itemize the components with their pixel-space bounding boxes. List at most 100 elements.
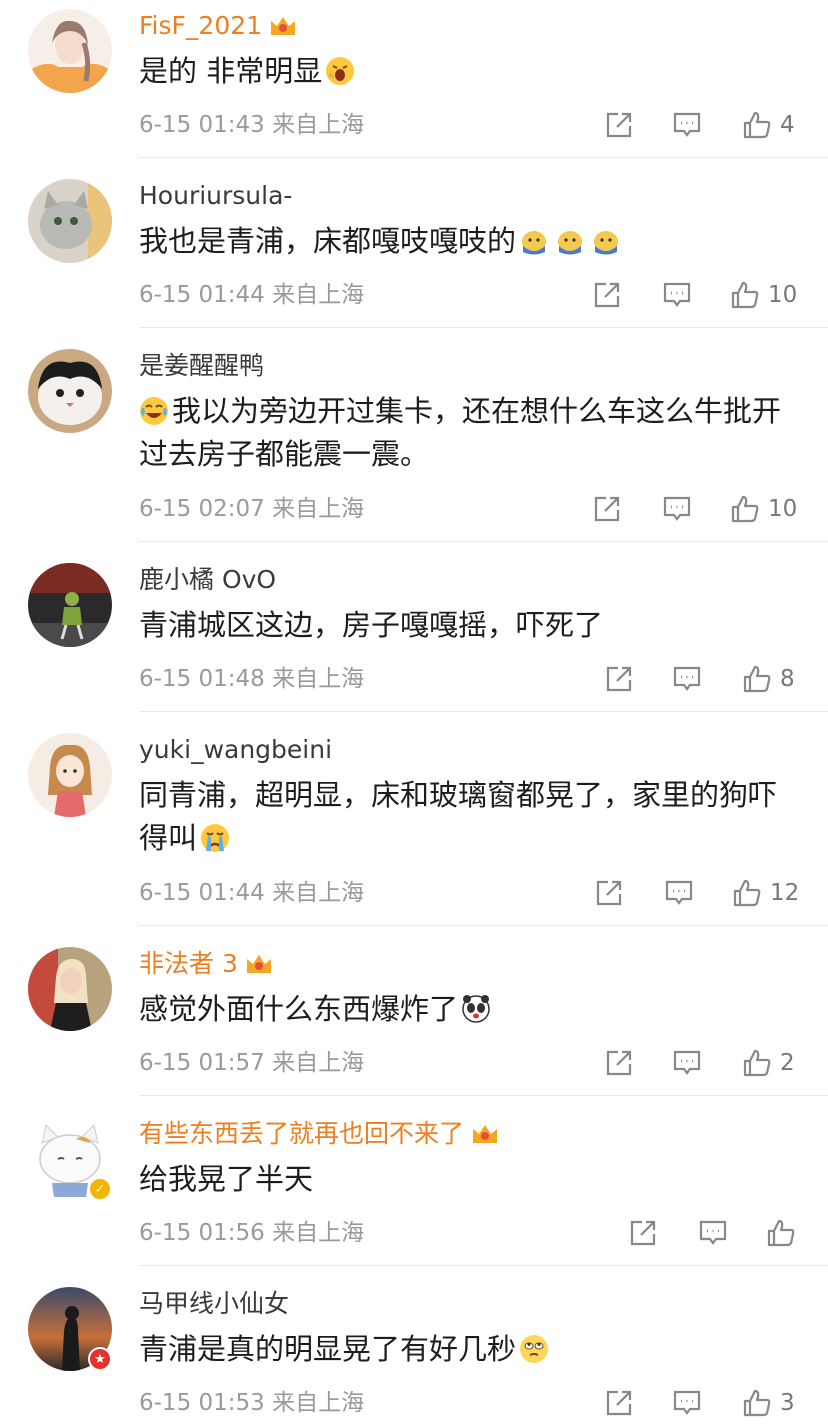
like-button[interactable]: 4 <box>742 108 795 142</box>
avatar[interactable] <box>28 349 112 433</box>
like-button[interactable] <box>766 1216 796 1250</box>
comment-location: 来自上海 <box>272 282 365 308</box>
comment-icon <box>665 880 693 905</box>
thumbs-up-icon <box>743 1389 771 1417</box>
divider <box>139 711 828 712</box>
thumbs-up-icon <box>743 111 771 139</box>
share-button[interactable] <box>592 492 622 526</box>
username[interactable]: 有些东西丢了就再也回不来了 <box>139 1118 464 1150</box>
comment-text: 我也是青浦，床都嘎吱嘎吱的 <box>139 224 517 258</box>
comment-text: 同青浦，超明显，床和玻璃窗都晃了，家里的狗吓得叫 <box>139 778 778 855</box>
verified-badge-icon: ✓ <box>88 1177 112 1201</box>
thumbs-up-icon <box>767 1219 795 1247</box>
vip-crown-icon <box>473 1125 498 1143</box>
reply-button[interactable] <box>662 492 692 526</box>
comment-icon <box>663 496 691 521</box>
divider <box>139 327 828 328</box>
laugh-cry-emoji-icon <box>140 397 168 425</box>
thumbs-up-icon <box>731 281 759 309</box>
avatar[interactable] <box>28 9 112 93</box>
comment-icon <box>673 666 701 691</box>
like-count: 12 <box>770 880 800 906</box>
reply-button[interactable] <box>672 1046 702 1080</box>
comment-text: 感觉外面什么东西爆炸了 <box>139 992 459 1026</box>
share-button[interactable] <box>592 278 622 312</box>
avatar[interactable] <box>28 179 112 263</box>
comment-location: 来自上海 <box>272 880 365 906</box>
comment-icon <box>699 1220 727 1245</box>
reply-button[interactable] <box>662 278 692 312</box>
username[interactable]: 鹿小橘 OvO <box>139 564 276 596</box>
reply-button[interactable] <box>664 876 694 910</box>
share-button[interactable] <box>604 1046 634 1080</box>
avatar[interactable] <box>28 947 112 1031</box>
comment-text: 我以为旁边开过集卡，还在想什么车这么牛批开过去房子都能震一震。 <box>139 394 782 471</box>
share-icon <box>630 1220 656 1246</box>
member-badge-icon: ★ <box>88 1347 112 1371</box>
share-icon <box>594 282 620 308</box>
comment-time: 6-15 01:43 <box>139 112 265 138</box>
comment-time: 6-15 01:57 <box>139 1050 265 1076</box>
comment-location: 来自上海 <box>272 496 365 522</box>
comment-time: 6-15 02:07 <box>139 496 265 522</box>
share-button[interactable] <box>594 876 624 910</box>
divider <box>139 1265 828 1266</box>
thumbs-up-icon <box>743 1049 771 1077</box>
like-count: 2 <box>780 1050 795 1076</box>
comment-time: 6-15 01:44 <box>139 282 265 308</box>
like-button[interactable]: 12 <box>732 876 799 910</box>
comment-text: 青浦是真的明显晃了有好几秒 <box>139 1332 517 1366</box>
crying-emoji-icon <box>201 824 230 852</box>
username[interactable]: 非法者 3 <box>139 948 238 980</box>
doge-emoji-icon <box>558 231 583 255</box>
share-icon <box>606 112 632 138</box>
avatar[interactable] <box>28 733 112 817</box>
thumbs-up-icon <box>743 665 771 693</box>
thumbs-up-icon <box>733 879 761 907</box>
like-button[interactable]: 8 <box>742 662 795 696</box>
share-button[interactable] <box>628 1216 658 1250</box>
comment-icon <box>673 1390 701 1415</box>
avatar[interactable] <box>28 563 112 647</box>
vip-crown-icon <box>246 955 271 973</box>
like-count: 10 <box>768 282 798 308</box>
divider <box>139 925 828 926</box>
vip-crown-icon <box>271 17 296 35</box>
thumbs-up-icon <box>731 495 759 523</box>
yawn-emoji-icon <box>326 57 355 85</box>
like-count: 3 <box>780 1390 795 1416</box>
comment-time: 6-15 01:53 <box>139 1390 265 1416</box>
username[interactable]: yuki_wangbeini <box>139 734 332 766</box>
reply-button[interactable] <box>672 1386 702 1420</box>
share-icon <box>594 496 620 522</box>
eyeroll-emoji-icon <box>520 1335 549 1363</box>
share-button[interactable] <box>604 1386 634 1420</box>
reply-button[interactable] <box>672 108 702 142</box>
comment-location: 来自上海 <box>272 112 365 138</box>
comment-location: 来自上海 <box>272 1220 365 1246</box>
username[interactable]: FisF_2021 <box>139 10 262 42</box>
comment-icon <box>663 282 691 307</box>
divider <box>139 541 828 542</box>
share-icon <box>606 1050 632 1076</box>
share-icon <box>606 666 632 692</box>
username[interactable]: 是姜醒醒鸭 <box>139 350 264 382</box>
like-button[interactable]: 10 <box>730 278 797 312</box>
like-count: 10 <box>768 496 798 522</box>
like-button[interactable]: 10 <box>730 492 797 526</box>
panda-emoji-icon <box>462 995 490 1023</box>
divider <box>139 1095 828 1096</box>
username[interactable]: Houriursula- <box>139 180 292 212</box>
like-button[interactable]: 2 <box>742 1046 795 1080</box>
reply-button[interactable] <box>672 662 702 696</box>
reply-button[interactable] <box>698 1216 728 1250</box>
share-button[interactable] <box>604 108 634 142</box>
share-button[interactable] <box>604 662 634 696</box>
username[interactable]: 马甲线小仙女 <box>139 1288 289 1320</box>
comment-time: 6-15 01:48 <box>139 666 265 692</box>
comment-icon <box>673 1050 701 1075</box>
like-count: 4 <box>780 112 795 138</box>
comment-time: 6-15 01:56 <box>139 1220 265 1246</box>
comment-text: 青浦城区这边，房子嘎嘎摇，吓死了 <box>139 608 604 642</box>
like-button[interactable]: 3 <box>742 1386 795 1420</box>
